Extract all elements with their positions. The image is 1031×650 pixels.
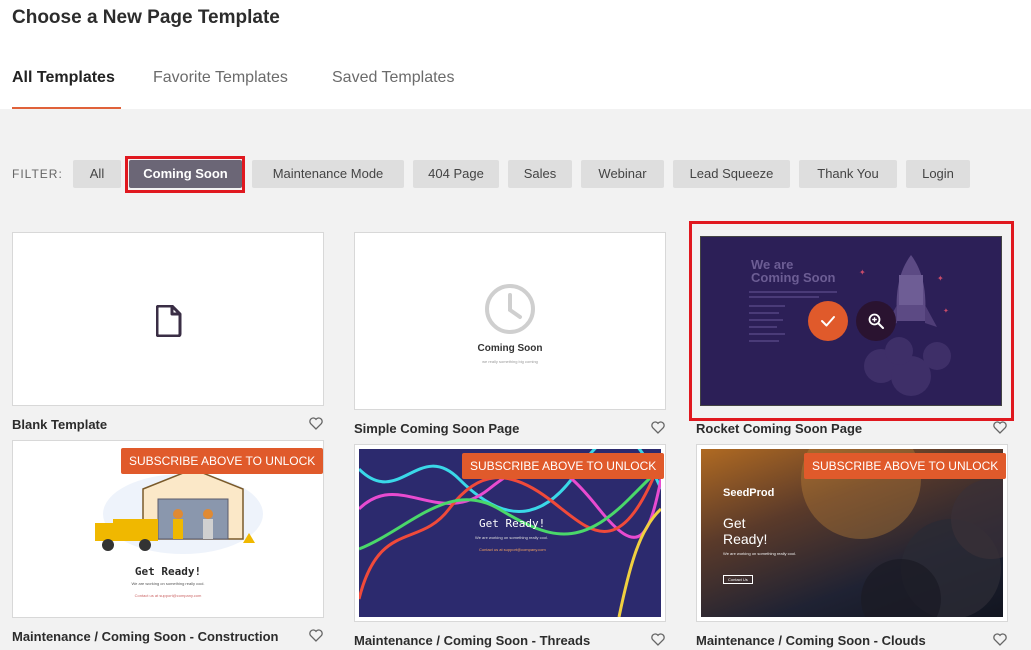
- filter-label: FILTER:: [12, 167, 63, 181]
- favorite-heart-icon[interactable]: [651, 421, 665, 434]
- filter-chip-sales[interactable]: Sales: [508, 160, 572, 188]
- thumb-subtext: we really something big coming: [482, 359, 538, 364]
- thumb-heading: Get Ready!: [134, 565, 202, 578]
- coming-soon-chip-highlight: [125, 156, 245, 193]
- rocket-template-highlight: [689, 221, 1014, 421]
- filter-chip-all[interactable]: All: [73, 160, 121, 188]
- thumb-contact: Contact us at support@company.com: [134, 593, 202, 598]
- thumb-contact: Contact us at support@company.com: [479, 547, 546, 552]
- favorite-heart-icon[interactable]: [651, 633, 665, 646]
- template-title-threads: Maintenance / Coming Soon - Threads: [354, 633, 591, 648]
- template-title-rocket-coming-soon: Rocket Coming Soon Page: [696, 421, 863, 436]
- template-thumb-blank[interactable]: [12, 232, 324, 406]
- subscribe-to-unlock-badge[interactable]: SUBSCRIBE ABOVE TO UNLOCK: [121, 448, 324, 474]
- filter-chip-404-page[interactable]: 404 Page: [413, 160, 499, 188]
- tab-saved-templates[interactable]: Saved Templates: [332, 69, 454, 87]
- document-icon: [156, 305, 182, 337]
- thumb-heading: Get: [723, 515, 746, 531]
- thumb-heading: Coming Soon: [477, 343, 543, 354]
- tab-bar: All Templates Favorite Templates Saved T…: [0, 52, 1031, 109]
- filter-chip-login[interactable]: Login: [906, 160, 970, 188]
- construction-illustration-icon: [95, 468, 263, 554]
- subscribe-to-unlock-badge[interactable]: SUBSCRIBE ABOVE TO UNLOCK: [462, 453, 665, 479]
- subscribe-to-unlock-badge[interactable]: SUBSCRIBE ABOVE TO UNLOCK: [804, 453, 1007, 479]
- template-title-simple-coming-soon: Simple Coming Soon Page: [354, 421, 520, 436]
- favorite-heart-icon[interactable]: [309, 629, 323, 642]
- template-thumb-simple-coming-soon[interactable]: Coming Soon we really something big comi…: [354, 232, 666, 410]
- filter-chip-lead-squeeze[interactable]: Lead Squeeze: [673, 160, 790, 188]
- thumb-subtext: We are working on something really cool.: [131, 581, 205, 586]
- page-title: Choose a New Page Template: [12, 7, 280, 28]
- thumb-brand: SeedProd: [723, 487, 775, 499]
- thumb-subtext: We are working on something really cool.: [475, 535, 549, 540]
- template-title-construction: Maintenance / Coming Soon - Construction: [12, 629, 279, 644]
- tab-favorite-templates[interactable]: Favorite Templates: [153, 69, 288, 87]
- template-title-clouds: Maintenance / Coming Soon - Clouds: [696, 633, 926, 648]
- favorite-heart-icon[interactable]: [993, 633, 1007, 646]
- thumb-subtext: We are working on something really cool.: [723, 551, 797, 556]
- thumb-heading: Get Ready!: [479, 517, 546, 530]
- filter-chip-thank-you[interactable]: Thank You: [799, 160, 897, 188]
- filter-chip-maintenance-mode[interactable]: Maintenance Mode: [252, 160, 404, 188]
- clock-icon: [485, 284, 535, 334]
- template-title-blank: Blank Template: [12, 417, 108, 432]
- filter-chip-webinar[interactable]: Webinar: [581, 160, 664, 188]
- thumb-heading: Ready!: [723, 531, 768, 547]
- thumb-contact-button: Contact Us: [723, 575, 753, 584]
- favorite-heart-icon[interactable]: [309, 417, 323, 430]
- favorite-heart-icon[interactable]: [993, 421, 1007, 434]
- tab-all-templates[interactable]: All Templates: [12, 69, 115, 87]
